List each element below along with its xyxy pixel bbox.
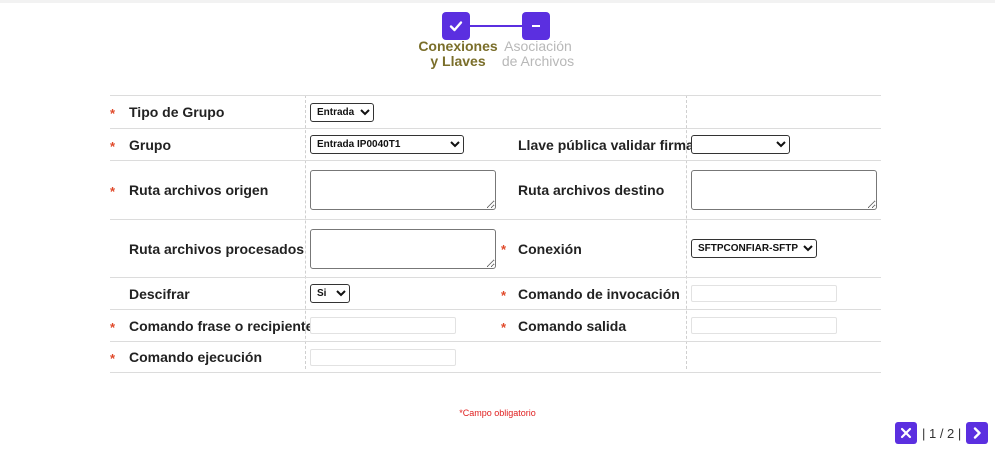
ruta-origen-textarea[interactable] <box>310 170 496 210</box>
chevron-right-icon <box>974 427 981 439</box>
comando-invocacion-label: Comando de invocación <box>518 285 680 302</box>
close-button[interactable] <box>895 422 917 444</box>
check-icon <box>449 21 463 32</box>
conexion-select[interactable]: SFTPCONFIAR-SFTP <box>691 239 817 258</box>
comando-frase-label: Comando frase o recipiente <box>129 317 314 334</box>
step-2-button[interactable] <box>522 12 550 40</box>
tipo-grupo-label: Tipo de Grupo <box>129 104 225 120</box>
form-row-grupo: * Grupo Entrada IP0040T1 Llave pública v… <box>110 128 881 160</box>
llave-publica-label: Llave pública validar firma <box>518 136 694 153</box>
step-2-label-line2: de Archivos <box>501 53 575 69</box>
comando-salida-input[interactable] <box>691 317 837 334</box>
group-form: * Tipo de Grupo Entrada * Grupo Entrada … <box>110 95 881 373</box>
close-icon <box>900 427 912 439</box>
comando-ejecucion-label: Comando ejecución <box>129 349 263 365</box>
required-mark: * <box>110 351 116 366</box>
required-mark: * <box>501 320 507 335</box>
stepper-connector <box>470 25 522 27</box>
form-row-procesados: Ruta archivos procesados * Conexión SFTP… <box>110 219 881 277</box>
required-mark: * <box>501 242 507 257</box>
tipo-grupo-select[interactable]: Entrada <box>310 102 374 122</box>
llave-publica-select[interactable] <box>691 135 790 154</box>
conexion-label: Conexión <box>518 240 582 257</box>
comando-frase-input[interactable] <box>310 317 456 334</box>
ruta-procesados-textarea[interactable] <box>310 228 496 269</box>
comando-ejecucion-input[interactable] <box>310 348 456 366</box>
required-mark: * <box>501 288 507 303</box>
required-mark: * <box>110 184 116 199</box>
form-row-comando-ejecucion: * Comando ejecución <box>110 341 881 373</box>
grupo-select[interactable]: Entrada IP0040T1 <box>310 135 464 154</box>
form-row-comando-frase: * Comando frase o recipiente * Comando s… <box>110 309 881 341</box>
required-field-note: *Campo obligatorio <box>459 408 536 418</box>
minus-icon <box>532 25 540 27</box>
step-1-button[interactable] <box>442 12 470 40</box>
required-mark: * <box>110 320 116 335</box>
comando-salida-label: Comando salida <box>518 317 627 334</box>
ruta-destino-label: Ruta archivos destino <box>518 182 665 198</box>
ruta-procesados-label: Ruta archivos procesados <box>129 240 305 257</box>
form-row-rutas: * Ruta archivos origen Ruta archivos des… <box>110 160 881 219</box>
descifrar-select[interactable]: Si <box>310 284 350 303</box>
comando-invocacion-input[interactable] <box>691 285 837 302</box>
ruta-origen-label: Ruta archivos origen <box>129 182 269 198</box>
step-2-label[interactable]: Asociación de Archivos <box>488 39 588 69</box>
required-mark: * <box>110 106 116 121</box>
form-row-tipo-grupo: * Tipo de Grupo Entrada <box>110 95 881 128</box>
page-indicator: | 1 / 2 | <box>922 425 962 441</box>
descifrar-label: Descifrar <box>129 285 190 302</box>
wizard-stepper: Conexiones y Llaves Asociación de Archiv… <box>0 0 995 80</box>
grupo-label: Grupo <box>129 136 171 153</box>
required-mark: * <box>110 139 116 154</box>
ruta-destino-textarea[interactable] <box>691 170 877 210</box>
step-2-label-line1: Asociación <box>504 38 572 54</box>
form-row-descifrar: Descifrar Si * Comando de invocación <box>110 277 881 309</box>
next-page-button[interactable] <box>966 422 989 444</box>
pager: | 1 / 2 | <box>895 422 989 444</box>
